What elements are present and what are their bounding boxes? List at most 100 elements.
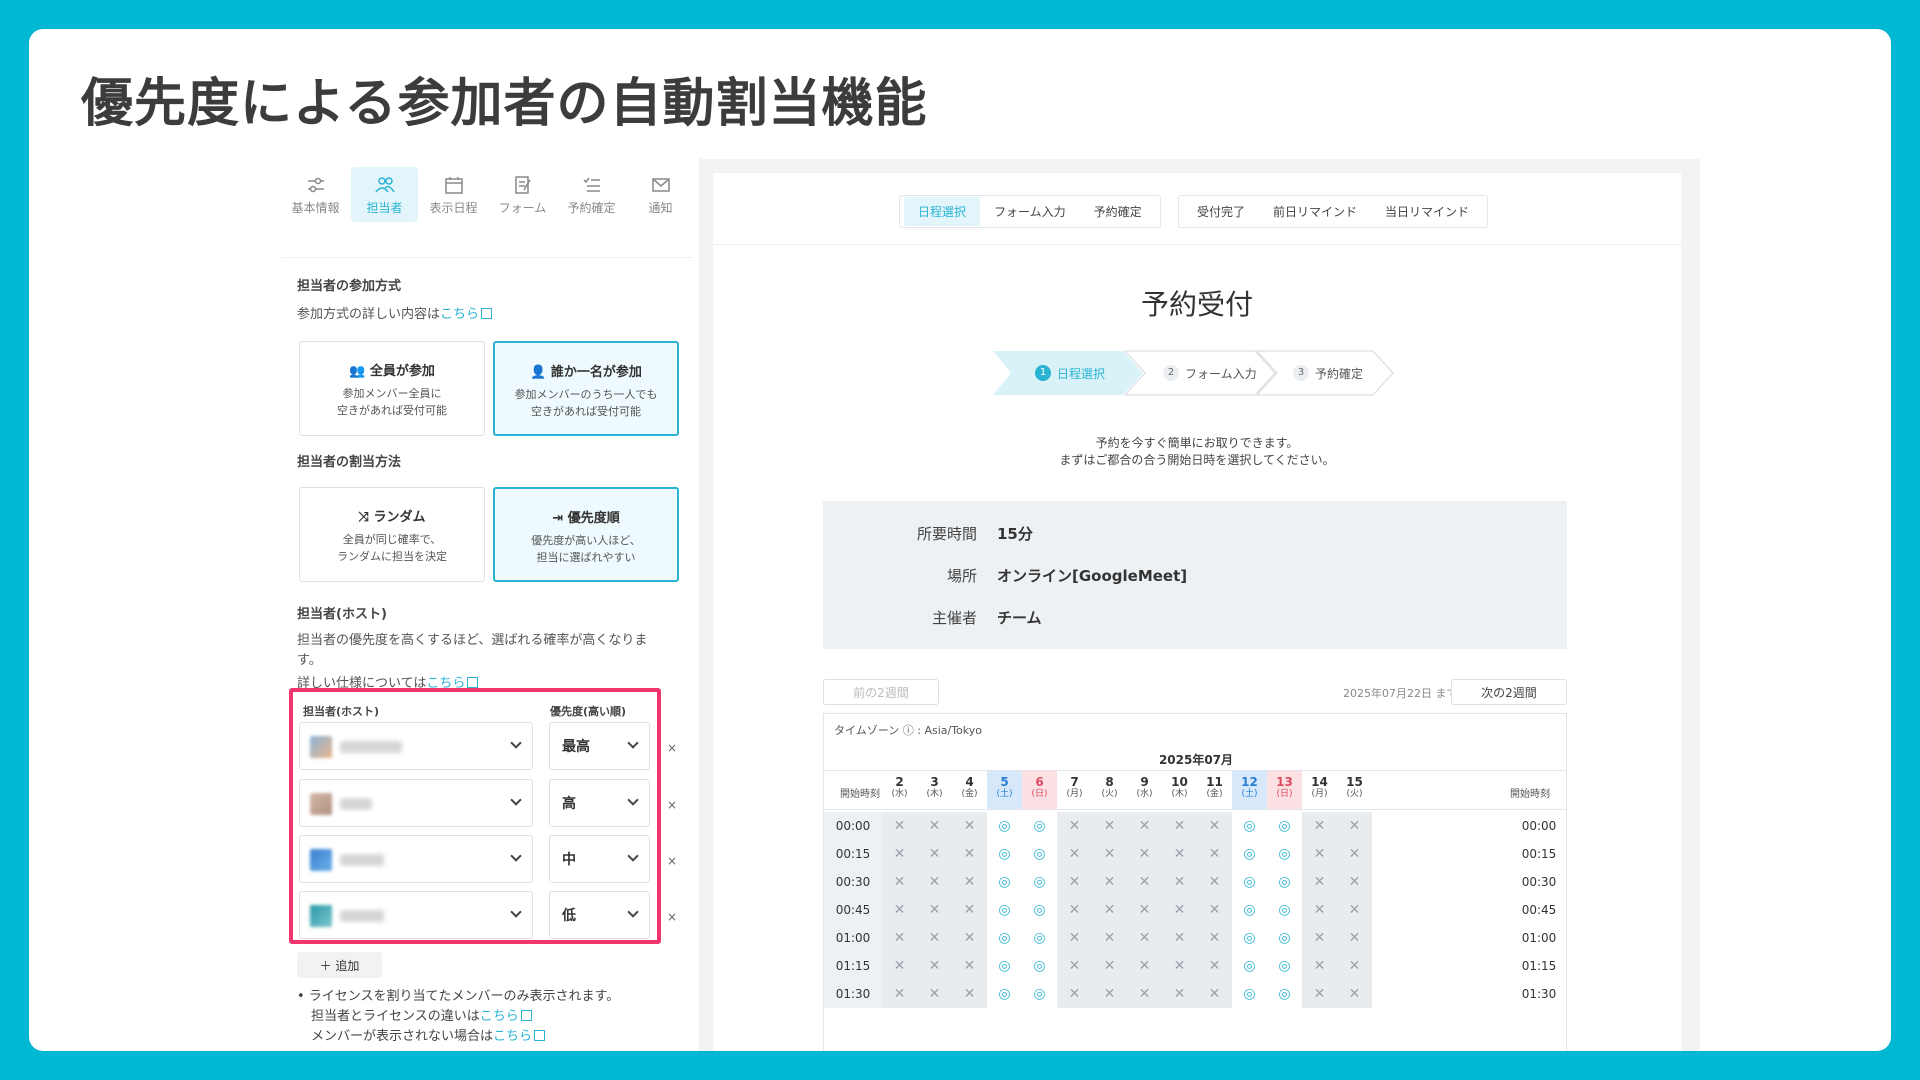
participation-link[interactable]: こちら: [440, 307, 479, 322]
day-weekday: (金): [1206, 789, 1223, 799]
slot-available[interactable]: ◎: [987, 812, 1022, 840]
slot-available[interactable]: ◎: [1232, 924, 1267, 952]
preview-tab-form[interactable]: フォーム入力: [980, 197, 1080, 226]
prev-two-weeks-button[interactable]: 前の2週間: [823, 679, 939, 705]
slot-available[interactable]: ◎: [987, 840, 1022, 868]
tab-label: 基本情報: [291, 200, 340, 215]
option-random[interactable]: ⤨ ランダム 全員が同じ確率で、 ランダムに担当を決定: [299, 487, 485, 582]
slot-available[interactable]: ◎: [1022, 952, 1057, 980]
member-missing-link[interactable]: こちら: [493, 1029, 532, 1044]
info-value: チーム: [997, 609, 1042, 627]
desc-line: 担当者の優先度を高くするほど、選ばれる確率が高くなりま: [297, 633, 648, 648]
slot-available[interactable]: ◎: [987, 868, 1022, 896]
slot-available[interactable]: ◎: [1022, 980, 1057, 1008]
slot-available[interactable]: ◎: [1232, 868, 1267, 896]
time-label: 01:30: [835, 987, 871, 1001]
option-priority-order[interactable]: ⇥ 優先度順 優先度が高い人ほど、 担当に選ばれやすい: [493, 487, 679, 582]
remove-host-button[interactable]: ×: [667, 798, 677, 812]
slot-available[interactable]: ◎: [1267, 812, 1302, 840]
tab-hosts[interactable]: 担当者: [351, 167, 418, 222]
slot-available[interactable]: ◎: [1022, 896, 1057, 924]
chevron-down-icon: [627, 737, 639, 749]
slot-available[interactable]: ◎: [1267, 980, 1302, 1008]
tab-basic-info[interactable]: 基本情報: [282, 167, 349, 222]
slot-available[interactable]: ◎: [987, 924, 1022, 952]
start-time-label: 開始時刻: [1510, 789, 1550, 800]
next-two-weeks-button[interactable]: 次の2週間: [1451, 679, 1567, 705]
desc-line: 優先度が高い人ほど、: [531, 534, 641, 547]
slot-available[interactable]: ◎: [987, 980, 1022, 1008]
slot-available[interactable]: ◎: [987, 896, 1022, 924]
day-number: 15: [1346, 775, 1363, 789]
preview-tab-confirm[interactable]: 予約確定: [1080, 197, 1156, 226]
slot-available[interactable]: ◎: [1232, 812, 1267, 840]
slot-available[interactable]: ◎: [1022, 924, 1057, 952]
slot-available[interactable]: ◎: [1232, 840, 1267, 868]
host-select[interactable]: [299, 722, 533, 770]
slot-unavailable: ✕: [893, 930, 906, 946]
slot-unavailable: ✕: [928, 902, 941, 918]
priority-select[interactable]: 低: [549, 891, 650, 939]
host-select[interactable]: [299, 835, 533, 883]
day-column-header: 12 (土): [1232, 771, 1267, 809]
slot-available[interactable]: ◎: [1232, 952, 1267, 980]
preview-tab-complete[interactable]: 受付完了: [1183, 197, 1259, 226]
step-label: 日程選択: [1057, 366, 1106, 381]
host-select[interactable]: [299, 891, 533, 939]
slot-available[interactable]: ◎: [987, 952, 1022, 980]
merge-arrow-icon: ⇥: [552, 511, 568, 526]
option-all-participate[interactable]: 👥 全員が参加 参加メンバー全員に 空きがあれば受付可能: [299, 341, 485, 436]
priority-value: 低: [562, 908, 576, 924]
slot-available[interactable]: ◎: [1267, 896, 1302, 924]
slot-available[interactable]: ◎: [1267, 924, 1302, 952]
host-select[interactable]: [299, 779, 533, 827]
license-diff-link[interactable]: こちら: [480, 1009, 519, 1024]
slot-unavailable: ✕: [1348, 930, 1361, 946]
slot-unavailable: ✕: [1348, 846, 1361, 862]
desc-line: 参加メンバーのうち一人でも: [514, 388, 658, 401]
step-number: 3: [1293, 365, 1309, 381]
time-label: 00:45: [1521, 903, 1557, 917]
slot-available[interactable]: ◎: [1022, 812, 1057, 840]
remove-host-button[interactable]: ×: [667, 854, 677, 868]
remove-host-button[interactable]: ×: [667, 741, 677, 755]
priority-select[interactable]: 高: [549, 779, 650, 827]
day-weekday: (日): [1031, 789, 1048, 799]
preview-tab-same-day[interactable]: 当日リマインド: [1371, 197, 1483, 226]
slot-available[interactable]: ◎: [1022, 840, 1057, 868]
desc-line: す。: [297, 653, 322, 668]
slot-available[interactable]: ◎: [1232, 896, 1267, 924]
info-value: 15分: [997, 525, 1033, 543]
slot-unavailable: ✕: [1068, 818, 1081, 834]
time-label: 00:45: [835, 903, 871, 917]
slot-available[interactable]: ◎: [1267, 952, 1302, 980]
info-label: 場所: [946, 567, 977, 585]
slot-available[interactable]: ◎: [1232, 980, 1267, 1008]
slot-unavailable: ✕: [1208, 902, 1221, 918]
slot-unavailable: ✕: [1173, 818, 1186, 834]
tab-confirm[interactable]: 予約確定: [558, 167, 625, 222]
remove-host-button[interactable]: ×: [667, 910, 677, 924]
slot-available[interactable]: ◎: [1267, 840, 1302, 868]
calendar-month: 2025年07月: [1158, 753, 1234, 767]
shuffle-icon: ⤨: [358, 510, 374, 525]
tab-notify[interactable]: 通知: [627, 167, 694, 222]
timezone-label: タイムゾーン: [834, 724, 900, 737]
day-number: 3: [930, 775, 939, 789]
tab-schedule[interactable]: 表示日程: [420, 167, 487, 222]
option-label: 誰か一名が参加: [550, 365, 642, 380]
priority-select[interactable]: 中: [549, 835, 650, 883]
day-column-header: 6 (日): [1022, 771, 1057, 809]
assignment-title: 担当者の割当方法: [297, 455, 402, 470]
slot-unavailable: ✕: [963, 958, 976, 974]
priority-select[interactable]: 最高: [549, 722, 650, 770]
preview-tab-day-before[interactable]: 前日リマインド: [1259, 197, 1371, 226]
slot-unavailable: ✕: [893, 986, 906, 1002]
slot-available[interactable]: ◎: [1022, 868, 1057, 896]
preview-tab-date[interactable]: 日程選択: [904, 197, 981, 226]
option-one-participates[interactable]: 👤 誰か一名が参加 参加メンバーのうち一人でも 空きがあれば受付可能: [493, 341, 679, 436]
add-host-button[interactable]: ＋ 追加: [297, 952, 382, 978]
slot-unavailable: ✕: [1103, 846, 1116, 862]
slot-available[interactable]: ◎: [1267, 868, 1302, 896]
tab-form[interactable]: フォーム: [489, 167, 556, 222]
